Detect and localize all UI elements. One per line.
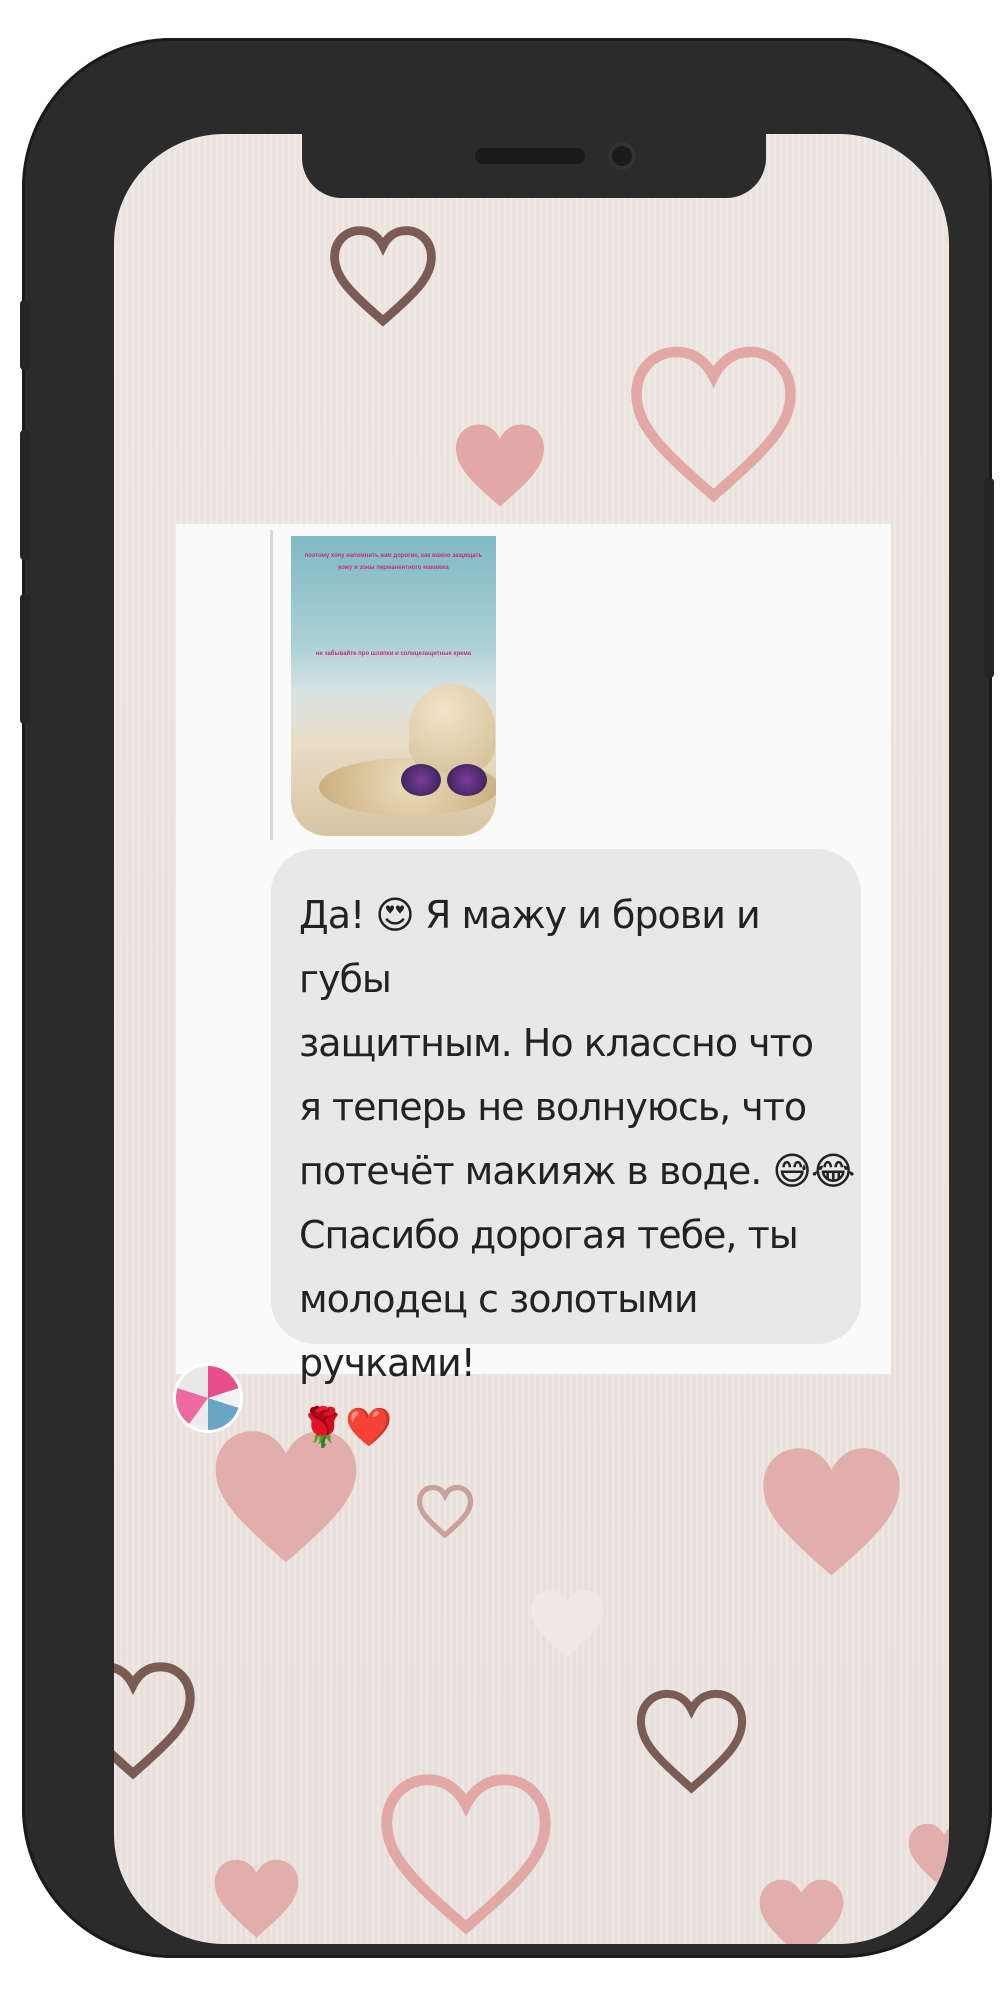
side-button-volume-up — [20, 430, 30, 560]
sunglasses-lens-left — [401, 764, 441, 796]
message-line: я теперь не волнуюсь, что — [299, 1085, 807, 1129]
hat-crown — [409, 684, 495, 772]
chat-screenshot: поэтому хочу напомнить вам дорогие, как … — [176, 524, 891, 1449]
avatar[interactable] — [176, 1366, 240, 1430]
speaker-grille — [475, 148, 585, 164]
message-line: молодец с золотыми ручками! — [299, 1277, 699, 1385]
phone-screen: поэтому хочу напомнить вам дорогие, как … — [114, 134, 949, 1944]
reply-quote-line — [270, 530, 273, 840]
heart-filled-icon — [450, 416, 550, 521]
message-line: Спасибо дорогая тебе, ты — [299, 1213, 799, 1257]
heart-outline-icon — [376, 1764, 556, 1944]
sunglasses-lens-right — [447, 764, 487, 796]
thumb-caption-top: поэтому хочу напомнить вам дорогие, как … — [304, 553, 483, 571]
heart-filled-icon — [754, 1874, 849, 1944]
heart-outline-icon — [634, 1682, 749, 1807]
front-camera — [608, 142, 636, 170]
message-bubble[interactable]: Да! 😍 Я мажу и брови и губы защитным. Но… — [271, 849, 861, 1449]
heart-outline-icon — [416, 1482, 474, 1544]
side-button-volume-down — [20, 594, 30, 724]
message-line: защитным. Но классно что — [299, 1021, 814, 1065]
side-button-mute — [20, 300, 30, 370]
beach-hat-sunglasses-image[interactable]: поэтому хочу напомнить вам дорогие, как … — [291, 536, 496, 836]
message-line: 🌹❤️ — [299, 1405, 393, 1449]
phone-frame: поэтому хочу напомнить вам дорогие, как … — [20, 38, 994, 1958]
side-button-power — [984, 478, 994, 678]
message-line: Да! 😍 Я мажу и брови и губы — [299, 893, 761, 1001]
heart-outline-icon — [328, 219, 438, 339]
message-text: Да! 😍 Я мажу и брови и губы защитным. Но… — [299, 883, 859, 1459]
heart-outline-icon — [114, 1659, 198, 1789]
heart-filled-icon — [526, 1582, 608, 1670]
message-line: потечёт макияж в воде. 😅😂 — [299, 1149, 855, 1193]
notch — [302, 134, 766, 198]
heart-filled-icon — [209, 1854, 304, 1944]
heart-filled-icon — [904, 1814, 949, 1904]
thumb-caption-bottom: не забывайте про шляпки и солнцезащитные… — [315, 651, 472, 657]
heart-outline-icon — [626, 334, 801, 524]
